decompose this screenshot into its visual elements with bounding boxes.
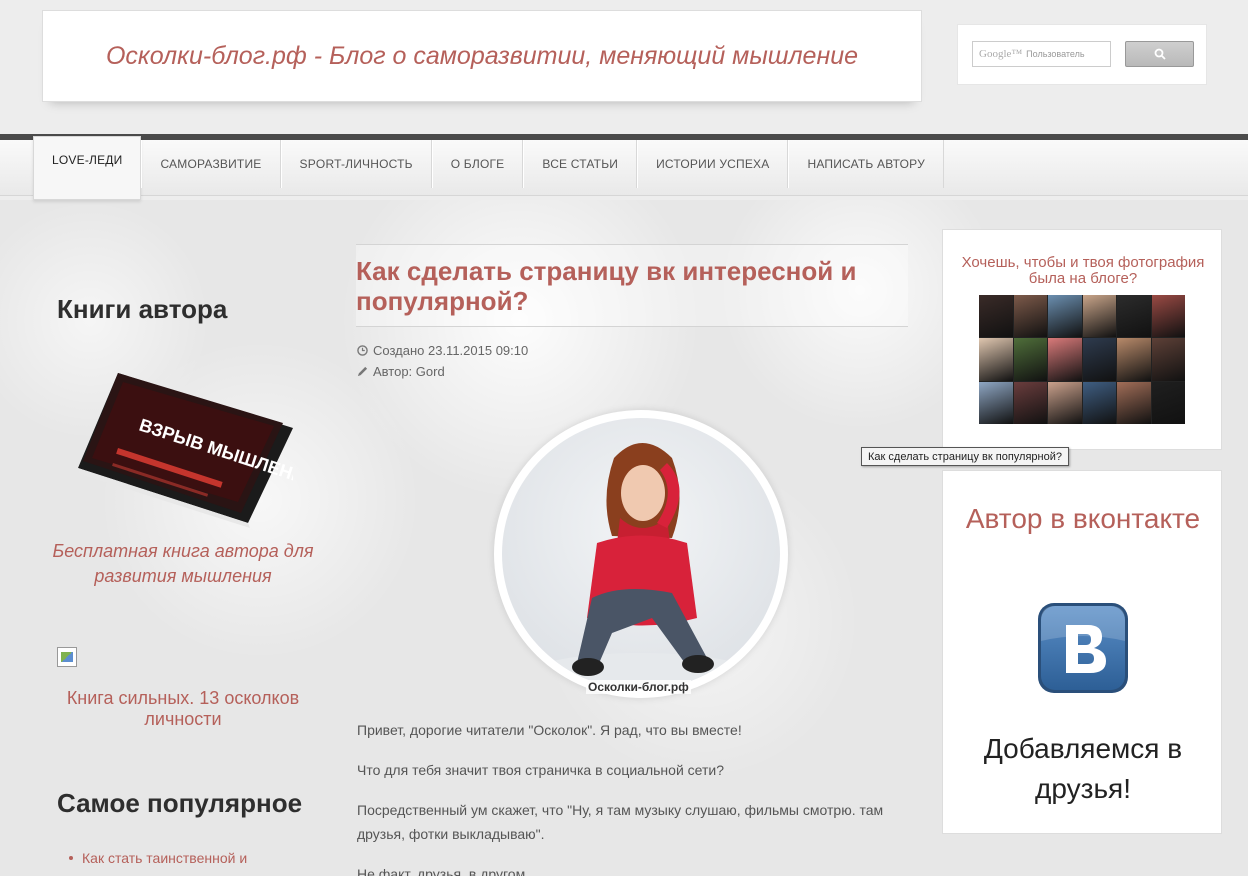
article-author: Автор: Gord (357, 364, 445, 379)
free-book-link[interactable]: Бесплатная книга автора для развития мыш… (52, 539, 314, 589)
collage-photo (1151, 381, 1185, 424)
article-title[interactable]: Как сделать страницу вк интересной и поп… (356, 256, 896, 316)
popular-heading: Самое популярное (57, 788, 303, 818)
search-icon (1154, 48, 1166, 60)
collage-photo (1082, 381, 1116, 424)
collage-photo (1048, 295, 1082, 338)
created-text: Создано 23.11.2015 09:10 (373, 343, 529, 358)
popular-list: Как стать таинственной и (69, 849, 302, 867)
collage-photo (1013, 338, 1047, 381)
collage-photo (1117, 295, 1151, 338)
photo-promo-title[interactable]: Хочешь, чтобы и твоя фотография была на … (943, 255, 1223, 287)
collage-photo (1151, 338, 1185, 381)
nav-item-vse-stati[interactable]: Все статьи (523, 140, 638, 188)
article-paragraph-1: Привет, дорогие читатели "Осколок". Я ра… (357, 722, 742, 738)
nav-item-samorazvitie[interactable]: Саморазвитие (141, 140, 281, 188)
collage-photo (979, 381, 1013, 424)
broken-image-icon[interactable] (57, 647, 77, 667)
woman-photo-illustration (531, 443, 751, 690)
article-title-box: Как сделать страницу вк интересной и поп… (356, 244, 908, 327)
clock-icon (357, 345, 368, 356)
collage-photo (1151, 295, 1185, 338)
vk-add-friends-text: Добавляемся в друзья! (983, 733, 1183, 804)
nav-item-napisat-avtoru[interactable]: Написать автору (788, 140, 944, 188)
google-label: Google™ (979, 48, 1023, 60)
photo-promo-widget: Хочешь, чтобы и твоя фотография была на … (942, 229, 1222, 450)
article-paragraph-3: Посредственный ум скажет, что "Ну, я там… (357, 802, 884, 842)
vk-widget: Автор в вконтакте Добавляемся в друзья! (942, 470, 1222, 834)
nav-items: Love-леди Саморазвитие Sport-личность О … (33, 136, 944, 200)
strong-book-link[interactable]: Книга сильных. 13 осколков личности (52, 688, 314, 730)
collage-photo (1048, 381, 1082, 424)
tooltip: Как сделать страницу вк популярной? (861, 447, 1069, 466)
nav-item-love-ledi[interactable]: Love-леди (33, 136, 142, 200)
pencil-icon (357, 366, 368, 377)
article-image: Осколки-блог.рф (494, 410, 788, 704)
collage-photo (1082, 295, 1116, 338)
search-box: Google™ Пользователь (957, 24, 1207, 85)
article-paragraph-2: Что для тебя значит твоя страничка в соц… (357, 762, 724, 778)
search-button[interactable] (1125, 41, 1194, 67)
collage-photo (1082, 338, 1116, 381)
search-input[interactable]: Google™ Пользователь (972, 41, 1111, 67)
nav-item-sport-lichnost[interactable]: Sport-личность (280, 140, 432, 188)
image-watermark: Осколки-блог.рф (586, 680, 691, 694)
collage-photo (1048, 338, 1082, 381)
collage-photo (1013, 295, 1047, 338)
books-heading: Книги автора (57, 294, 228, 324)
nav-item-o-bloge[interactable]: О блоге (431, 140, 524, 188)
article-created: Создано 23.11.2015 09:10 (357, 343, 528, 358)
collage-photo (979, 338, 1013, 381)
site-header-banner[interactable]: Осколки-блог.рф - Блог о саморазвитии, м… (42, 10, 922, 102)
nav-item-istorii-uspeha[interactable]: Истории успеха (637, 140, 789, 188)
vk-logo-icon[interactable] (1036, 601, 1130, 695)
site-title[interactable]: Осколки-блог.рф - Блог о саморазвитии, м… (106, 42, 858, 71)
main-nav: Love-леди Саморазвитие Sport-личность О … (0, 136, 1248, 200)
article-photo (502, 418, 780, 690)
book-cover-image[interactable]: ВЗРЫВ МЫШЛЕНИЯ (78, 368, 293, 528)
popular-item[interactable]: Как стать таинственной и (69, 849, 302, 867)
search-placeholder: Пользователь (1026, 49, 1085, 59)
photo-collage[interactable] (979, 295, 1185, 424)
vk-title: Автор в вконтакте (965, 503, 1201, 534)
author-text[interactable]: Автор: Gord (373, 364, 445, 379)
article-paragraph-4: Не факт, друзья, в другом (357, 866, 526, 876)
collage-photo (1117, 338, 1151, 381)
collage-photo (1013, 381, 1047, 424)
collage-photo (1117, 381, 1151, 424)
collage-photo (979, 295, 1013, 338)
